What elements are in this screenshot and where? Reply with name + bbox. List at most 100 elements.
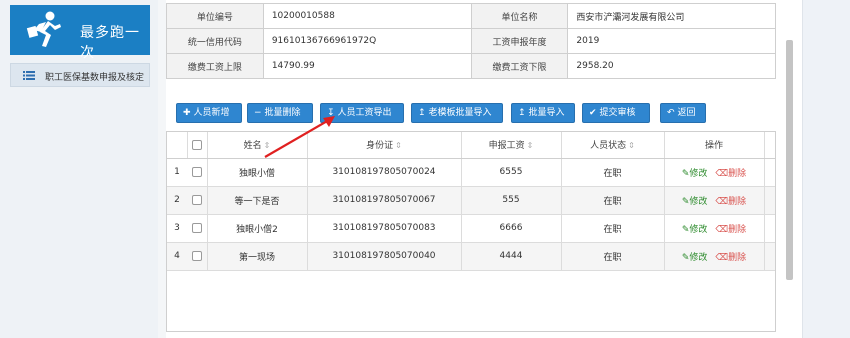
sidebar-item-salary-declaration[interactable]: 职工医保基数申报及核定 <box>10 63 150 87</box>
row-number: 1 <box>167 158 187 187</box>
table-row: 3 独眼小僧2 310108197805070083 6666 在职 ✎修改 ⌫删… <box>167 214 775 243</box>
cell-id: 310108197805070067 <box>307 186 462 215</box>
main-content: 单位编号 10200010588 单位名称 西安市浐灞河发展有限公司 统一信用代… <box>166 0 780 338</box>
upload-icon: ↥ <box>418 108 426 118</box>
delete-link[interactable]: ⌫删除 <box>715 253 746 263</box>
check-icon: ✔ <box>589 108 597 118</box>
edit-link[interactable]: ✎修改 <box>682 225 708 235</box>
info-value: 91610136766961972Q <box>262 28 472 54</box>
sidebar-item-label: 职工医保基数申报及核定 <box>45 73 145 83</box>
column-header-actions: 操作 <box>664 132 765 159</box>
cell-name: 独眼小僧2 <box>207 214 308 243</box>
row-select-cell <box>187 214 208 243</box>
info-row: 单位编号 10200010588 单位名称 西安市浐灞河发展有限公司 <box>166 3 776 29</box>
row-checkbox[interactable] <box>191 222 202 233</box>
cell-name: 独眼小僧 <box>207 158 308 187</box>
row-number: 2 <box>167 186 187 215</box>
cell-actions: ✎修改 ⌫删除 <box>664 158 765 187</box>
select-all-checkbox[interactable] <box>192 139 202 150</box>
info-value: 西安市浐灞河发展有限公司 <box>567 3 776 29</box>
filler-cell <box>764 132 775 159</box>
info-value: 2019 <box>567 28 776 54</box>
column-header-salary[interactable]: 申报工资 ⇕ <box>461 132 562 159</box>
list-icon <box>23 71 35 80</box>
sort-icon: ⇕ <box>526 141 534 151</box>
column-header-status[interactable]: 人员状态 ⇕ <box>561 132 665 159</box>
filler-cell <box>764 214 775 243</box>
back-button[interactable]: ↶ 返回 <box>660 103 706 123</box>
cell-status: 在职 <box>561 186 665 215</box>
cell-name: 第一现场 <box>207 242 308 271</box>
table-row: 4 第一现场 310108197805070040 4444 在职 ✎修改 ⌫删除 <box>167 242 775 271</box>
cell-actions: ✎修改 ⌫删除 <box>664 186 765 215</box>
filler-cell <box>764 158 775 187</box>
table-header: 姓名 ⇕ 身份证 ⇕ 申报工资 ⇕ 人员状态 ⇕ 操作 <box>167 132 775 159</box>
gutter <box>158 0 166 338</box>
info-value: 10200010588 <box>262 3 472 29</box>
cell-status: 在职 <box>561 158 665 187</box>
edit-link[interactable]: ✎修改 <box>682 169 708 179</box>
employee-table: 姓名 ⇕ 身份证 ⇕ 申报工资 ⇕ 人员状态 ⇕ 操作 1 独眼小僧 310108197… <box>166 131 776 332</box>
info-key: 单位编号 <box>166 3 264 29</box>
row-checkbox[interactable] <box>191 194 202 205</box>
table-row: 2 等一下是否 310108197805070067 555 在职 ✎修改 ⌫删除 <box>167 186 775 215</box>
cell-actions: ✎修改 ⌫删除 <box>664 242 765 271</box>
row-select-cell <box>187 158 208 187</box>
info-key: 统一信用代码 <box>166 28 264 54</box>
cell-salary: 6555 <box>461 158 562 187</box>
add-person-button[interactable]: ✚ 人员新增 <box>176 103 242 123</box>
row-checkbox[interactable] <box>191 250 202 261</box>
filler-cell <box>764 242 775 271</box>
vertical-scrollbar[interactable] <box>780 0 802 338</box>
cell-salary: 555 <box>461 186 562 215</box>
cell-salary: 6666 <box>461 214 562 243</box>
delete-link[interactable]: ⌫删除 <box>715 225 746 235</box>
sort-icon: ⇕ <box>395 141 402 151</box>
back-arrow-icon: ↶ <box>667 108 675 118</box>
info-key: 工资申报年度 <box>470 28 569 54</box>
scrollbar-thumb[interactable] <box>786 40 793 280</box>
runner-icon <box>26 11 61 47</box>
cell-status: 在职 <box>561 242 665 271</box>
submit-review-button[interactable]: ✔ 提交审核 <box>582 103 650 123</box>
edit-link[interactable]: ✎修改 <box>682 197 708 207</box>
info-value: 14790.99 <box>262 53 472 79</box>
logo: 最多跑一次 <box>10 5 150 61</box>
trash-icon: ⌫ <box>715 196 729 207</box>
table-row: 1 独眼小僧 310108197805070024 6555 在职 ✎修改 ⌫删除 <box>167 158 775 187</box>
cell-salary: 4444 <box>461 242 562 271</box>
row-number-header <box>167 132 188 159</box>
right-panel <box>802 0 850 338</box>
delete-link[interactable]: ⌫删除 <box>715 197 746 207</box>
row-number: 4 <box>167 242 187 271</box>
info-row: 缴费工资上限 14790.99 缴费工资下限 2958.20 <box>166 53 776 79</box>
info-key: 单位名称 <box>470 3 569 29</box>
cell-actions: ✎修改 ⌫删除 <box>664 214 765 243</box>
info-row: 统一信用代码 91610136766961972Q 工资申报年度 2019 <box>166 28 776 54</box>
info-value: 2958.20 <box>567 53 776 79</box>
filler-cell <box>764 186 775 215</box>
cell-name: 等一下是否 <box>207 186 308 215</box>
edit-link[interactable]: ✎修改 <box>682 253 708 263</box>
logo-text: 最多跑一次 <box>80 25 140 61</box>
upload-icon: ↥ <box>518 108 526 118</box>
cell-id: 310108197805070083 <box>307 214 462 243</box>
unit-info-table: 单位编号 10200010588 单位名称 西安市浐灞河发展有限公司 统一信用代… <box>166 3 776 79</box>
batch-import-button[interactable]: ↥ 批量导入 <box>511 103 575 123</box>
row-checkbox[interactable] <box>191 166 202 177</box>
row-select-cell <box>187 186 208 215</box>
cell-status: 在职 <box>561 214 665 243</box>
trash-icon: ⌫ <box>715 224 729 235</box>
info-key: 缴费工资下限 <box>470 53 569 79</box>
user-plus-icon: ✚ <box>183 108 191 118</box>
info-key: 缴费工资上限 <box>166 53 264 79</box>
template-import-button[interactable]: ↥ 老模板批量导入 <box>411 103 503 123</box>
delete-link[interactable]: ⌫删除 <box>715 169 746 179</box>
sort-icon: ⇕ <box>628 141 635 151</box>
cell-id: 310108197805070040 <box>307 242 462 271</box>
trash-icon: ⌫ <box>715 168 729 179</box>
trash-icon: ⌫ <box>715 252 729 263</box>
annotation-arrow-icon <box>264 116 335 158</box>
row-select-cell <box>187 242 208 271</box>
sidebar: 最多跑一次 职工医保基数申报及核定 <box>0 0 158 338</box>
